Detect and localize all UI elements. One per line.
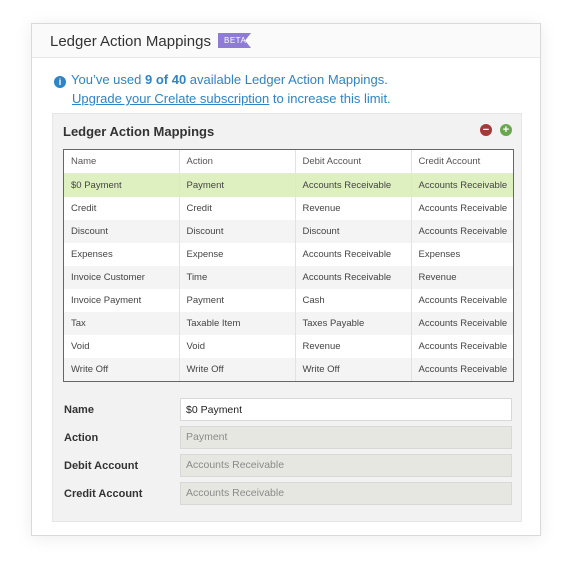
usage-count: 9 of 40 bbox=[144, 72, 187, 87]
debit-account-field: Accounts Receivable bbox=[180, 454, 512, 477]
cell-debit-account: Accounts Receivable bbox=[295, 243, 412, 266]
cell-debit-account: Revenue bbox=[295, 335, 412, 358]
table-row[interactable]: $0 Payment Payment Accounts Receivable A… bbox=[64, 173, 513, 197]
mapping-detail-form: Name Action Payment Debit Account Accoun… bbox=[63, 398, 514, 510]
table-row[interactable]: Invoice Payment Payment Cash Accounts Re… bbox=[64, 289, 513, 312]
cell-name: Write Off bbox=[64, 358, 180, 381]
action-label: Action bbox=[64, 432, 99, 444]
cell-action: Write Off bbox=[179, 358, 296, 381]
cell-credit-account: Accounts Receivable bbox=[411, 220, 513, 243]
notice-suffix: available Ledger Action Mappings. bbox=[189, 72, 388, 87]
cell-debit-account: Discount bbox=[295, 220, 412, 243]
form-row-debit: Debit Account Accounts Receivable bbox=[63, 454, 514, 482]
panel-header: Ledger Action Mappings BETA bbox=[32, 24, 540, 58]
form-row-name: Name bbox=[63, 398, 514, 426]
debit-account-label: Debit Account bbox=[64, 460, 139, 472]
credit-account-label: Credit Account bbox=[64, 488, 143, 500]
cell-action: Payment bbox=[179, 173, 296, 197]
column-header-action[interactable]: Action bbox=[179, 150, 296, 174]
cell-action: Payment bbox=[179, 289, 296, 312]
action-field: Payment bbox=[180, 426, 512, 449]
cell-credit-account: Accounts Receivable bbox=[411, 173, 513, 197]
cell-name: Discount bbox=[64, 220, 180, 243]
mappings-section: Ledger Action Mappings − + Name Action D… bbox=[52, 113, 522, 522]
column-header-name[interactable]: Name bbox=[64, 150, 180, 174]
column-header-debit-account[interactable]: Debit Account bbox=[295, 150, 412, 174]
table-row[interactable]: Discount Discount Discount Accounts Rece… bbox=[64, 220, 513, 243]
cell-credit-account: Accounts Receivable bbox=[418, 295, 508, 306]
cell-action: Taxable Item bbox=[179, 312, 296, 335]
cell-action: Credit bbox=[179, 197, 296, 220]
table-row[interactable]: Write Off Write Off Write Off Accounts R… bbox=[64, 358, 513, 381]
cell-action: Expense bbox=[179, 243, 296, 266]
cell-name: Credit bbox=[64, 197, 180, 220]
cell-credit-account: Accounts Receivable bbox=[411, 358, 513, 381]
info-icon: i bbox=[54, 76, 66, 88]
cell-debit-account: Revenue bbox=[295, 197, 412, 220]
cell-debit-account: Accounts Receivable bbox=[295, 266, 412, 289]
cell-debit-account: Accounts Receivable bbox=[295, 173, 412, 197]
column-header-credit-account[interactable]: Credit Account bbox=[411, 150, 513, 174]
cell-debit-account: Cash bbox=[295, 289, 412, 312]
section-title: Ledger Action Mappings bbox=[63, 124, 215, 139]
ledger-mappings-panel: Ledger Action Mappings BETA i You’ve used… bbox=[31, 23, 541, 536]
cell-name: Void bbox=[64, 335, 180, 358]
upgrade-subscription-link[interactable]: Upgrade your Crelate subscription bbox=[72, 91, 269, 106]
usage-notice: i You’ve used 9 of 40 available Ledger Ac… bbox=[54, 70, 391, 108]
form-row-credit: Credit Account Accounts Receivable bbox=[63, 482, 514, 510]
credit-account-field: Accounts Receivable bbox=[180, 482, 512, 505]
table-row[interactable]: Void Void Revenue Accounts Receivable bbox=[64, 335, 513, 358]
cell-name: $0 Payment bbox=[64, 173, 180, 197]
cell-debit-account: Taxes Payable bbox=[295, 312, 412, 335]
table-row[interactable]: Expenses Expense Accounts Receivable Exp… bbox=[64, 243, 513, 266]
cell-credit-account: Expenses bbox=[418, 249, 461, 260]
panel-title: Ledger Action Mappings bbox=[50, 33, 211, 50]
cell-name: Expenses bbox=[64, 243, 180, 266]
name-field[interactable] bbox=[180, 398, 512, 421]
cell-name: Tax bbox=[64, 312, 180, 335]
cell-name: Invoice Payment bbox=[64, 289, 180, 312]
table-row[interactable]: Credit Credit Revenue Accounts Receivabl… bbox=[64, 197, 513, 220]
cell-action: Time bbox=[179, 266, 296, 289]
table-header-row: Name Action Debit Account Credit Account bbox=[64, 150, 513, 174]
cell-debit-account: Write Off bbox=[295, 358, 412, 381]
cell-credit-account: Revenue bbox=[411, 266, 513, 289]
notice-prefix: You’ve used bbox=[71, 72, 142, 87]
add-mapping-button[interactable]: + bbox=[500, 124, 512, 136]
mappings-table: Name Action Debit Account Credit Account… bbox=[63, 149, 514, 382]
cell-credit-account: Accounts Receivable bbox=[418, 203, 508, 214]
form-row-action: Action Payment bbox=[63, 426, 514, 454]
cell-name: Invoice Customer bbox=[64, 266, 180, 289]
cell-action: Void bbox=[179, 335, 296, 358]
upgrade-suffix: to increase this limit. bbox=[272, 91, 391, 106]
cell-credit-account: Accounts Receivable bbox=[411, 312, 513, 335]
remove-mapping-button[interactable]: − bbox=[480, 124, 492, 136]
beta-badge: BETA bbox=[218, 33, 251, 48]
name-label: Name bbox=[64, 404, 94, 416]
minus-circle-icon: − bbox=[482, 124, 490, 136]
cell-credit-account: Accounts Receivable bbox=[418, 341, 508, 352]
table-row[interactable]: Invoice Customer Time Accounts Receivabl… bbox=[64, 266, 513, 289]
cell-action: Discount bbox=[179, 220, 296, 243]
plus-circle-icon: + bbox=[502, 124, 510, 136]
table-row[interactable]: Tax Taxable Item Taxes Payable Accounts … bbox=[64, 312, 513, 335]
